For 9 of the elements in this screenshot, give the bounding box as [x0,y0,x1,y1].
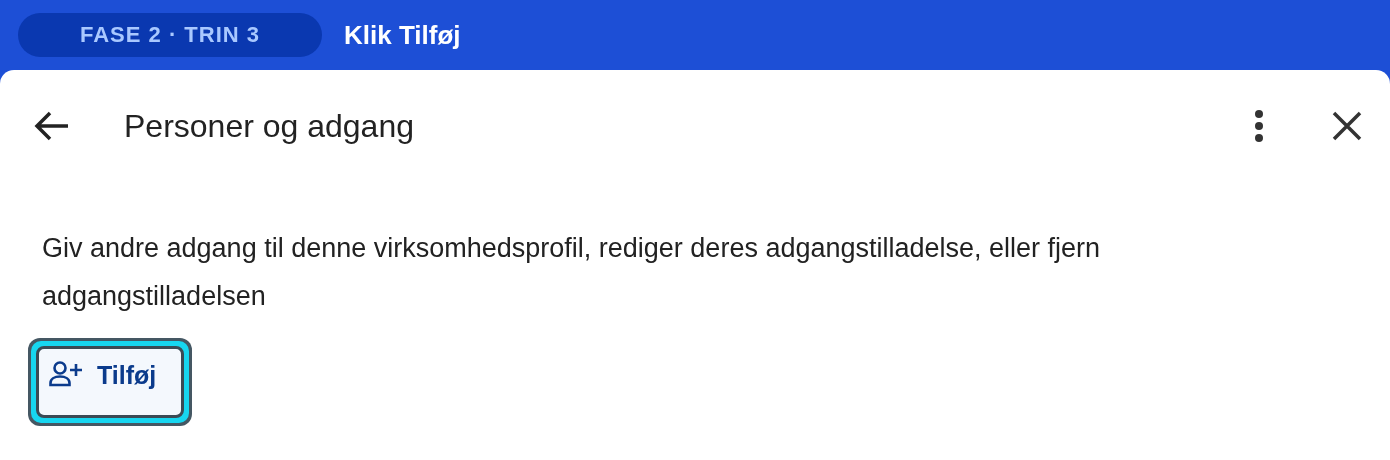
more-vertical-icon [1254,109,1264,143]
close-icon [1332,111,1362,141]
panel-title: Personer og adgang [124,107,415,145]
description-text: Giv andre adgang til denne virksomhedsprofil, rediger deres adgangstilladelse, eller fjern adgangstilladelsen [42,232,1102,313]
instruction-text: Klik Tilføj [344,19,461,51]
add-person-icon [49,361,83,387]
back-arrow-icon [34,110,70,142]
step-badge: FASE 2 · TRIN 3 [18,13,322,57]
add-button[interactable]: Tilføj [36,346,184,418]
